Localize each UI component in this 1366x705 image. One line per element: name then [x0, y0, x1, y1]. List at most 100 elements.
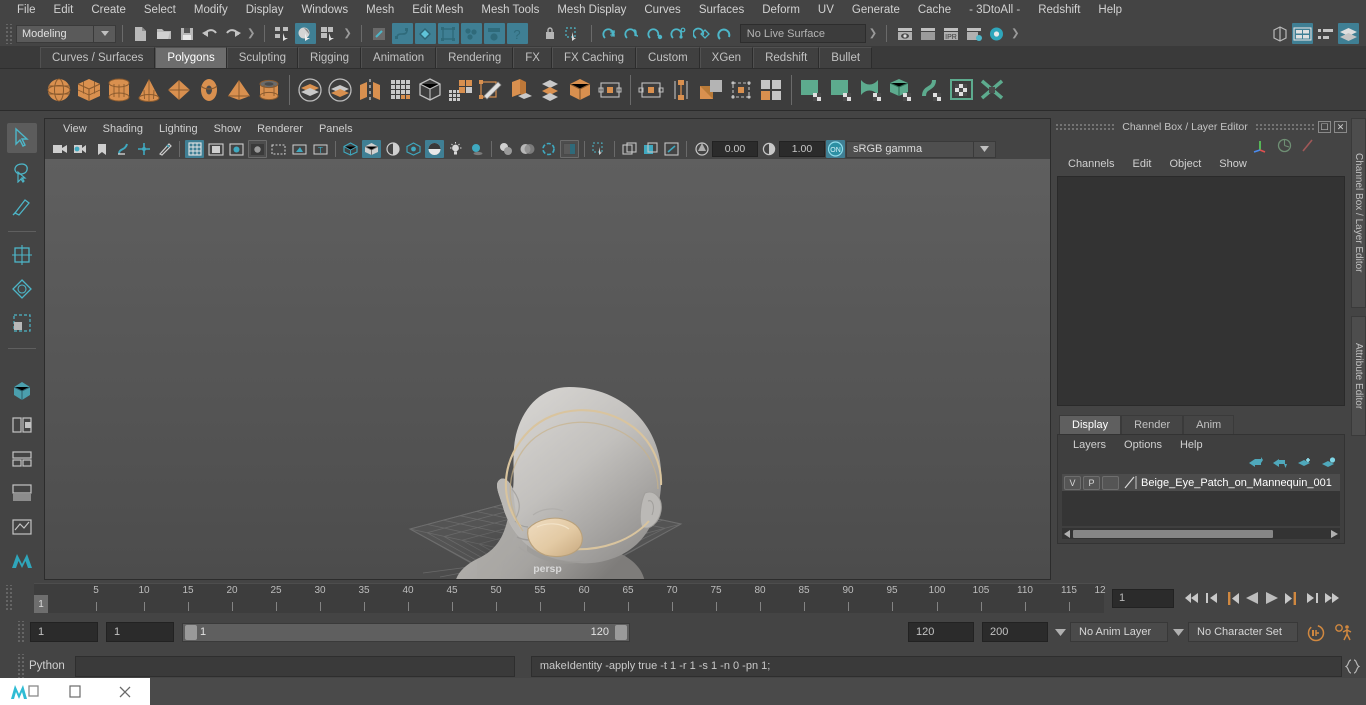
mask-deformation-icon[interactable]: [437, 23, 459, 44]
cmdline-grip[interactable]: [16, 654, 25, 678]
layer-tab-anim[interactable]: Anim: [1183, 415, 1235, 434]
poly-plane-icon[interactable]: [164, 73, 194, 107]
persp-outliner-layout-icon[interactable]: [7, 410, 37, 440]
layer-type-toggle[interactable]: [1102, 475, 1119, 490]
poly-bridge-icon[interactable]: [565, 73, 595, 107]
shelf-tab-rendering[interactable]: Rendering: [436, 47, 514, 68]
command-input[interactable]: [74, 655, 515, 677]
mask-rendering-icon[interactable]: [483, 23, 505, 44]
shelf-tab-fx[interactable]: FX: [513, 47, 552, 68]
mask-misc-icon[interactable]: ?: [506, 23, 528, 44]
maya-logo-icon[interactable]: [7, 546, 37, 576]
poly-merge-icon[interactable]: [726, 73, 756, 107]
layer-row[interactable]: V P Beige_Eye_Patch_on_Mannequin_001: [1062, 474, 1340, 491]
panel-texture-blue-icon[interactable]: [641, 140, 660, 158]
layer-tab-render[interactable]: Render: [1121, 415, 1184, 434]
shade-wireframe-icon[interactable]: [383, 140, 402, 158]
rangebar-grip[interactable]: [16, 621, 25, 643]
poly-extract-icon[interactable]: [445, 73, 475, 107]
hypershade-icon[interactable]: [986, 23, 1007, 44]
timeline-ruler[interactable]: 1 5 10 15 20 25 30 35 40 45 50 55 60 65 …: [34, 583, 1106, 613]
smooth-wireframe-icon[interactable]: [662, 140, 681, 158]
move-tool[interactable]: [7, 240, 37, 270]
side-tab-channel-box[interactable]: Channel Box / Layer Editor: [1351, 118, 1366, 308]
play-backwards-button[interactable]: [1243, 588, 1261, 608]
scroll-thumb[interactable]: [1073, 529, 1273, 538]
menu-select[interactable]: Select: [135, 2, 185, 19]
step-forward-frame-button[interactable]: [1303, 588, 1321, 608]
layer-name[interactable]: Beige_Eye_Patch_on_Mannequin_001: [1141, 477, 1332, 489]
screen-space-ao-icon[interactable]: [497, 140, 516, 158]
step-forward-key-button[interactable]: [1283, 588, 1301, 608]
outliner-panel-icon[interactable]: [7, 376, 37, 406]
xray-icon[interactable]: [269, 140, 288, 158]
scroll-right-arrow[interactable]: [1329, 529, 1340, 538]
two-d-pan-zoom-icon[interactable]: [134, 140, 153, 158]
channel-menu-edit[interactable]: Edit: [1123, 157, 1160, 171]
poly-cube-icon[interactable]: [74, 73, 104, 107]
menu-edit[interactable]: Edit: [45, 2, 83, 19]
auto-keyframe-toggle-icon[interactable]: [1306, 623, 1326, 642]
move-layer-up-icon[interactable]: [1249, 457, 1264, 469]
poly-connect-icon[interactable]: [696, 73, 726, 107]
playback-start-field[interactable]: 1: [106, 622, 174, 642]
layer-playback-toggle[interactable]: P: [1083, 475, 1100, 490]
select-camera-icon[interactable]: [50, 140, 69, 158]
step-back-key-button[interactable]: [1223, 588, 1241, 608]
mask-handle-icon[interactable]: [369, 23, 390, 44]
menu-display[interactable]: Display: [237, 2, 293, 19]
persp-graph-layout-icon[interactable]: [7, 512, 37, 542]
menu-mesh[interactable]: Mesh: [357, 2, 403, 19]
poly-multicut-icon[interactable]: [475, 73, 505, 107]
lock-selection-icon[interactable]: [540, 23, 561, 44]
scale-tool[interactable]: [7, 308, 37, 338]
character-set-dropdown-arrow[interactable]: [1168, 628, 1188, 636]
menu-3dtoall[interactable]: - 3DtoAll -: [960, 2, 1029, 19]
layer-color-swatch[interactable]: [1123, 475, 1137, 490]
layer-tab-display[interactable]: Display: [1059, 415, 1122, 434]
channel-menu-show[interactable]: Show: [1210, 157, 1256, 171]
channel-box-content[interactable]: [1057, 176, 1345, 406]
uv-spherical-icon[interactable]: [857, 73, 887, 107]
menu-deform[interactable]: Deform: [753, 2, 809, 19]
menu-create[interactable]: Create: [82, 2, 135, 19]
paint-select-tool[interactable]: [7, 191, 37, 221]
hypershade-layout-icon[interactable]: [7, 444, 37, 474]
grease-pencil-icon[interactable]: [155, 140, 174, 158]
anim-curve-icon[interactable]: [1277, 138, 1292, 153]
mask-surface-icon[interactable]: [414, 23, 436, 44]
poly-pyramid-icon[interactable]: [224, 73, 254, 107]
move-layer-down-icon[interactable]: [1273, 457, 1288, 469]
poly-combine-icon[interactable]: [415, 73, 445, 107]
open-scene-icon[interactable]: [153, 23, 174, 44]
color-profile-dropdown-arrow[interactable]: [974, 140, 996, 158]
render-current-frame-icon[interactable]: [894, 23, 915, 44]
isolate-select-icon[interactable]: [590, 140, 609, 158]
range-slider[interactable]: 1 120: [182, 622, 630, 642]
select-object-icon[interactable]: [295, 23, 317, 44]
collapse-arrow-4[interactable]: ❯: [1008, 28, 1022, 39]
layer-visibility-toggle[interactable]: V: [1064, 475, 1081, 490]
new-layer-from-selection-icon[interactable]: [1321, 457, 1336, 469]
uv-cylindrical-icon[interactable]: [827, 73, 857, 107]
shelf-tab-bullet[interactable]: Bullet: [819, 47, 873, 68]
layer-menu-layers[interactable]: Layers: [1064, 439, 1115, 451]
tool-settings-toggle-icon[interactable]: [1315, 23, 1336, 44]
poly-boolean-difference-icon[interactable]: [325, 73, 355, 107]
collapse-arrow-1[interactable]: ❯: [244, 28, 258, 39]
uv-editor-icon[interactable]: [947, 73, 977, 107]
new-layer-icon[interactable]: [1297, 457, 1312, 469]
viewport-menu-shading[interactable]: Shading: [95, 122, 151, 136]
gate-mask-icon[interactable]: [248, 140, 267, 158]
film-gate-icon[interactable]: [206, 140, 225, 158]
poly-mirror-icon[interactable]: [355, 73, 385, 107]
color-profile-select[interactable]: sRGB gamma: [846, 140, 974, 158]
collapse-arrow-3[interactable]: ❯: [866, 28, 880, 39]
snap-curve-icon[interactable]: [622, 23, 643, 44]
menu-file[interactable]: File: [8, 2, 45, 19]
shelf-tab-custom[interactable]: Custom: [636, 47, 700, 68]
snap-view-plane-icon[interactable]: [691, 23, 712, 44]
select-hierarchy-icon[interactable]: [272, 23, 293, 44]
resolution-gate-icon[interactable]: [227, 140, 246, 158]
toolbar-grip[interactable]: [4, 23, 13, 44]
